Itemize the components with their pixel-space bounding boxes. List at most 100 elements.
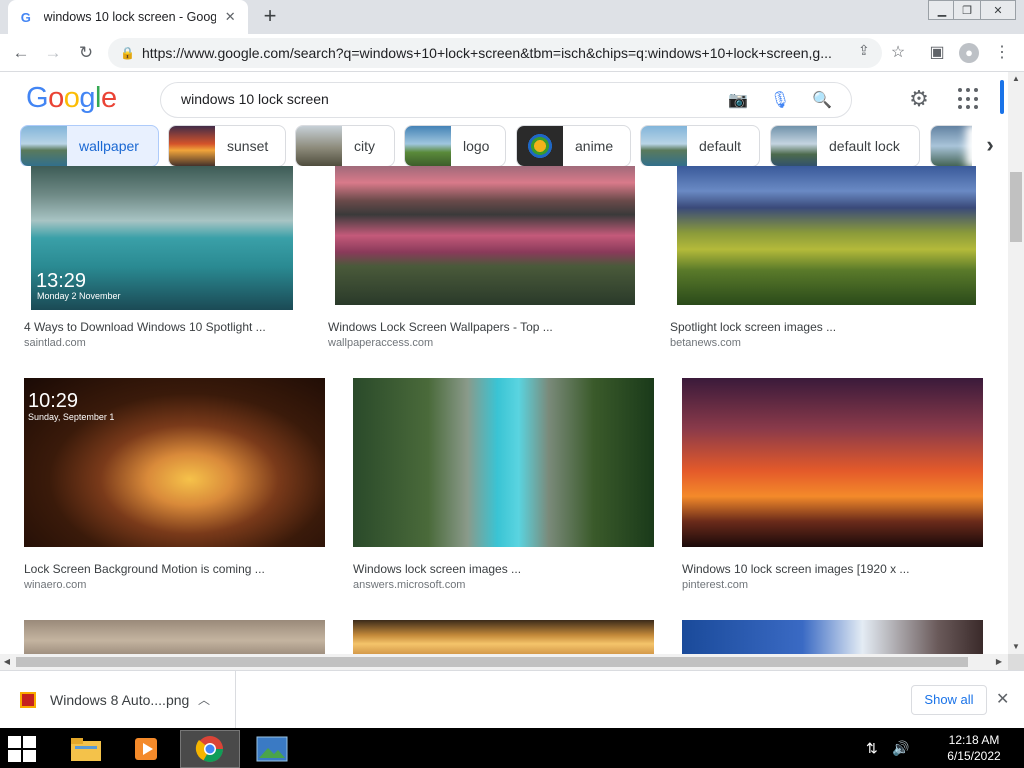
result-image[interactable] [24, 620, 325, 654]
lockscreen-time: 10:29 [28, 390, 79, 412]
chip-default-lock[interactable]: default lock [770, 125, 920, 167]
reload-button[interactable]: ↻ [75, 42, 97, 64]
show-all-button[interactable]: Show all [911, 685, 987, 715]
horizontal-scrollbar[interactable]: ◀ ▶ [0, 654, 1008, 670]
download-shelf: Windows 8 Auto....png ︿ Show all ✕ [0, 670, 1024, 728]
tab-close-icon[interactable]: ✕ [222, 9, 238, 25]
tab-strip: G windows 10 lock screen - Google Search… [0, 0, 1024, 34]
result-image[interactable]: 13:29 Monday 2 November [31, 166, 293, 310]
chip-wallpaper[interactable]: wallpaper [20, 125, 159, 167]
settings-gear-icon[interactable]: ⚙ [906, 86, 932, 112]
image-result[interactable]: Windows 10 lock screen images [1920 x ..… [682, 378, 984, 592]
chip-anime[interactable]: anime [516, 125, 631, 167]
window-close-button[interactable]: ✕ [980, 0, 1016, 20]
chip-thumbnail [771, 126, 817, 166]
chips-next-chevron-icon[interactable]: › [972, 125, 1008, 167]
browser-menu-icon[interactable]: ⋮ [991, 42, 1013, 64]
taskbar-clock[interactable]: 12:18 AM 6/15/2022 [936, 732, 1012, 764]
new-tab-button[interactable]: + [258, 5, 282, 28]
refinement-chips: wallpaper sunset city logo anime default… [20, 125, 980, 167]
share-icon[interactable]: ⇪ [858, 42, 870, 59]
search-box[interactable]: 📷 🎙 🔍 [160, 82, 852, 118]
image-result[interactable] [682, 620, 984, 654]
chip-thumbnail [641, 126, 687, 166]
scroll-down-arrow-icon[interactable]: ▼ [1008, 640, 1024, 654]
result-site[interactable]: answers.microsoft.com [353, 579, 465, 591]
download-item[interactable]: Windows 8 Auto....png ︿ [0, 671, 236, 728]
back-button[interactable]: ← [10, 42, 32, 64]
lockscreen-date: Monday 2 November [37, 291, 121, 301]
vertical-scroll-thumb[interactable] [1010, 172, 1022, 242]
chrome-icon[interactable] [180, 730, 240, 768]
search-input[interactable] [181, 91, 721, 107]
chip-default[interactable]: default [640, 125, 760, 167]
result-title[interactable]: Spotlight lock screen images ... [670, 320, 836, 334]
result-site[interactable]: betanews.com [670, 337, 741, 349]
camera-search-icon[interactable]: 📷 [727, 90, 749, 112]
photos-app-icon[interactable] [242, 730, 302, 768]
url-text[interactable]: https://www.google.com/search?q=windows+… [142, 45, 852, 61]
result-image[interactable] [677, 166, 976, 305]
google-logo[interactable]: Google [26, 82, 117, 115]
windows-start-icon[interactable] [8, 736, 38, 762]
result-image[interactable] [335, 166, 635, 305]
tab-title: windows 10 lock screen - Google Search [43, 10, 217, 24]
scroll-left-arrow-icon[interactable]: ◀ [0, 654, 14, 670]
volume-icon[interactable]: 🔊 [892, 740, 909, 757]
google-apps-icon[interactable] [958, 88, 980, 110]
bookmark-star-icon[interactable]: ☆ [887, 42, 909, 64]
download-file-name[interactable]: Windows 8 Auto....png [50, 692, 190, 708]
forward-button[interactable]: → [42, 42, 64, 64]
image-result[interactable]: 13:29 Monday 2 November 4 Ways to Downlo… [24, 166, 304, 356]
result-title[interactable]: Windows 10 lock screen images [1920 x ..… [682, 562, 909, 576]
result-image[interactable]: 10:29 Sunday, September 1 [24, 378, 325, 547]
browser-toolbar: ← → ↻ 🔒 https://www.google.com/search?q=… [0, 34, 1024, 72]
scroll-up-arrow-icon[interactable]: ▲ [1008, 72, 1024, 86]
window-minimize-button[interactable]: ▁ [928, 0, 956, 20]
microphone-icon[interactable]: 🎙 [769, 90, 791, 112]
google-favicon-icon: G [20, 9, 31, 25]
result-site[interactable]: pinterest.com [682, 579, 748, 591]
window-maximize-button[interactable]: ❐ [953, 0, 981, 20]
side-panel-icon[interactable]: ▣ [926, 42, 948, 64]
result-image[interactable] [353, 378, 654, 547]
browser-tab[interactable]: G windows 10 lock screen - Google Search… [8, 0, 248, 34]
address-bar[interactable]: 🔒 https://www.google.com/search?q=window… [108, 38, 882, 68]
sign-in-accent[interactable] [1000, 80, 1004, 114]
network-icon[interactable]: ⇅ [866, 740, 878, 757]
image-result[interactable] [353, 620, 655, 654]
image-result[interactable]: Windows lock screen images ... answers.m… [353, 378, 655, 592]
image-result[interactable]: 10:29 Sunday, September 1 Lock Screen Ba… [24, 378, 326, 592]
chip-sunset[interactable]: sunset [168, 125, 286, 167]
result-image[interactable] [353, 620, 654, 654]
chip-logo[interactable]: logo [404, 125, 506, 167]
result-image[interactable] [682, 378, 983, 547]
result-title[interactable]: Windows Lock Screen Wallpapers - Top ... [328, 320, 553, 334]
chevron-up-icon[interactable]: ︿ [198, 691, 210, 708]
scroll-corner [1008, 654, 1024, 670]
result-site[interactable]: saintlad.com [24, 337, 86, 349]
media-player-icon[interactable] [116, 730, 176, 768]
lock-icon[interactable]: 🔒 [120, 46, 135, 60]
chip-thumbnail [296, 126, 342, 166]
image-result[interactable]: Windows Lock Screen Wallpapers - Top ...… [328, 166, 648, 356]
search-icon[interactable]: 🔍 [811, 90, 833, 112]
vertical-scrollbar[interactable]: ▲ ▼ [1008, 72, 1024, 654]
result-title[interactable]: Windows lock screen images ... [353, 562, 521, 576]
image-results-grid: 13:29 Monday 2 November 4 Ways to Downlo… [0, 166, 1008, 654]
close-shelf-icon[interactable]: ✕ [996, 689, 1009, 709]
image-result[interactable]: Spotlight lock screen images ... betanew… [670, 166, 990, 356]
chip-thumbnail [517, 126, 563, 166]
file-explorer-icon[interactable] [56, 730, 116, 768]
profile-avatar[interactable]: ● [958, 42, 980, 64]
scroll-right-arrow-icon[interactable]: ▶ [992, 654, 1006, 670]
result-site[interactable]: winaero.com [24, 579, 86, 591]
chip-city[interactable]: city [295, 125, 395, 167]
image-result[interactable] [24, 620, 326, 654]
horizontal-scroll-thumb[interactable] [16, 657, 968, 667]
result-title[interactable]: 4 Ways to Download Windows 10 Spotlight … [24, 320, 266, 334]
lockscreen-time: 13:29 [36, 270, 87, 292]
result-image[interactable] [682, 620, 983, 654]
result-site[interactable]: wallpaperaccess.com [328, 337, 433, 349]
result-title[interactable]: Lock Screen Background Motion is coming … [24, 562, 265, 576]
